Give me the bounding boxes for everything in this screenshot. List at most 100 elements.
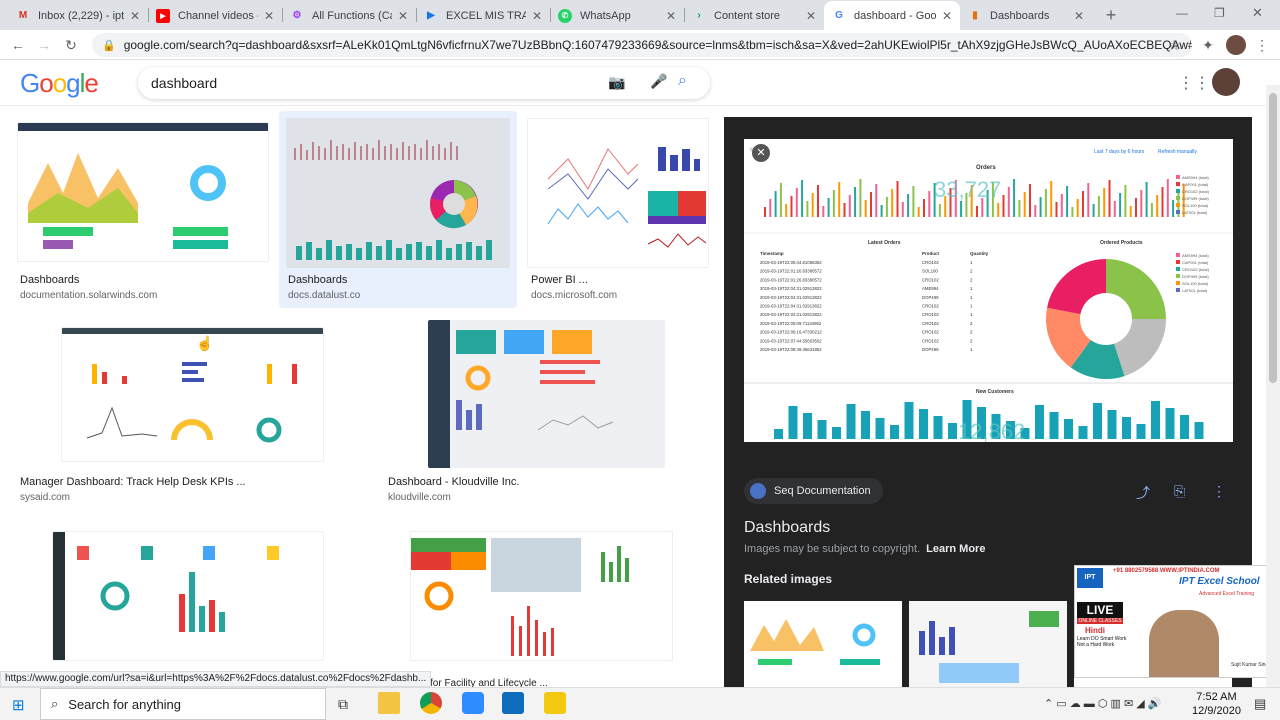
windows-taskbar: ⊞ ⌕ Search for anything ⧉ ⌃ ▭ ☁ ▬ ⬡ ▥ ✉ …	[0, 687, 1280, 720]
overlay-phone: +91 8802579588	[1113, 568, 1159, 574]
bookmark-star-icon[interactable]: ☆	[1164, 35, 1184, 55]
gmail-icon: M	[18, 10, 28, 21]
source-chip[interactable]: Seq Documentation	[744, 478, 883, 504]
search-input[interactable]: dashboard	[151, 75, 217, 91]
legend-label: CAP001 (total)	[1182, 260, 1209, 265]
orders-bar	[885, 197, 888, 217]
table-cell: 1	[970, 304, 973, 309]
tab-youtube[interactable]: ▶ Channel videos - Y ✕	[148, 1, 282, 30]
result-image-5[interactable]	[428, 320, 665, 468]
menu-icon[interactable]: ⋮	[1252, 35, 1272, 55]
result-image-6[interactable]	[52, 531, 324, 661]
tab-dashboards[interactable]: ▮ Dashboards ✕	[960, 1, 1092, 30]
extensions-icon[interactable]: ✦	[1198, 35, 1218, 55]
svg-text:Last 7 days by 6 hours: Last 7 days by 6 hours	[1094, 149, 1145, 155]
chrome-icon[interactable]	[420, 692, 442, 714]
orders-bar	[854, 187, 857, 217]
tab-content-store[interactable]: › Content store ✕	[684, 1, 824, 30]
profile-avatar[interactable]	[1226, 35, 1246, 55]
back-icon[interactable]: ←	[8, 35, 28, 55]
table-cell: AME994	[922, 286, 939, 291]
outlook-icon[interactable]	[502, 692, 524, 714]
google-logo[interactable]: Google	[20, 68, 99, 99]
tab-label: Dashboards	[990, 9, 1050, 22]
search-icon[interactable]: ⌕	[678, 72, 687, 90]
orders-bar	[1071, 207, 1074, 217]
windows-start-icon[interactable]: ⊞	[12, 696, 25, 714]
restore-button[interactable]: ❐	[1214, 6, 1225, 20]
orders-bar	[1076, 199, 1079, 217]
preview-image[interactable]: ⊞ ▦ ▾ Orders Last 7 days by 6 hours Refr…	[744, 139, 1233, 444]
tab-excel-mis[interactable]: ▶ EXCEL MIS TRAINI ✕	[416, 1, 550, 30]
thumbnail-powerbi	[547, 147, 707, 248]
customer-bar	[1035, 405, 1044, 439]
close-icon[interactable]: ✕	[130, 9, 140, 23]
tab-whatsapp[interactable]: ✆ WhatsApp ✕	[550, 1, 684, 30]
orders-bar	[1023, 192, 1026, 217]
share-icon[interactable]: ⤴	[1136, 483, 1150, 503]
legend-swatch	[1176, 267, 1180, 271]
tab-google-dashboard[interactable]: G dashboard - Goog ✕	[824, 1, 960, 30]
result-image-3[interactable]	[527, 118, 709, 268]
related-image-2[interactable]	[909, 601, 1067, 687]
tab-gmail[interactable]: M Inbox (2,229) - ipte ✕	[8, 1, 148, 30]
related-image-1[interactable]	[744, 601, 902, 687]
result-image-1[interactable]	[17, 122, 269, 262]
result-image-4[interactable]	[61, 327, 324, 462]
clock[interactable]: 7:52 AM 12/9/2020	[1192, 690, 1241, 718]
learn-more-link[interactable]: Learn More	[926, 543, 985, 555]
task-view-icon[interactable]: ⧉	[338, 696, 348, 713]
taskbar-search-box[interactable]: ⌕ Search for anything	[40, 688, 326, 720]
minimize-button[interactable]: —	[1176, 6, 1188, 20]
file-explorer-icon[interactable]	[378, 692, 400, 714]
bookmark-icon[interactable]: ⎘	[1174, 483, 1185, 500]
close-icon[interactable]: ✕	[942, 9, 952, 23]
preview-title[interactable]: Dashboards	[744, 519, 830, 537]
result-image-7[interactable]	[410, 531, 673, 661]
orders-bar	[1082, 191, 1084, 217]
close-icon[interactable]: ✕	[666, 9, 676, 23]
forward-icon[interactable]: →	[34, 35, 54, 55]
page-scrollbar[interactable]	[1266, 85, 1280, 687]
window-close-button[interactable]: ✕	[1252, 5, 1263, 21]
overlay-hindi: Hindi	[1085, 626, 1105, 635]
table-cell: 1	[970, 312, 973, 317]
camera-icon[interactable]: 📷	[608, 74, 625, 91]
close-preview-button[interactable]: ✕	[752, 144, 770, 162]
result-title[interactable]: Manager Dashboard: Track Help Desk KPIs …	[20, 476, 246, 488]
more-options-icon[interactable]: ⋮	[1212, 483, 1226, 500]
notifications-icon[interactable]: ▤	[1254, 696, 1266, 712]
system-tray[interactable]: ⌃ ▭ ☁ ▬ ⬡ ▥ ✉ ◢ 🔊	[1044, 697, 1161, 710]
close-icon[interactable]: ✕	[532, 9, 542, 23]
result-title[interactable]: Dashboards	[288, 274, 347, 286]
reload-icon[interactable]: ↻	[61, 35, 81, 55]
tab-label: dashboard - Goog	[854, 9, 936, 22]
gear-icon: ⚙	[292, 10, 302, 21]
table-cell: CRO102	[922, 338, 939, 343]
tab-functions[interactable]: ⚙ All Functions (Cate ✕	[282, 1, 416, 30]
result-title[interactable]: Power BI ...	[531, 274, 588, 286]
powerbi-icon[interactable]	[544, 692, 566, 714]
table-header: Product	[922, 251, 940, 256]
zoom-icon[interactable]	[462, 692, 484, 714]
orders-bar	[1044, 189, 1047, 217]
close-icon[interactable]: ✕	[398, 9, 408, 23]
close-icon[interactable]: ✕	[806, 9, 816, 23]
mouse-cursor-icon: ☝	[196, 335, 214, 351]
new-tab-button[interactable]: +	[1100, 5, 1122, 25]
result-title[interactable]: Dashboards	[20, 274, 79, 286]
address-bar[interactable]: 🔒 google.com/search?q=dashboard&sxsrf=AL…	[92, 33, 1192, 57]
search-box[interactable]: dashboard 📷 🎤 ⌕	[138, 67, 710, 99]
table-cell: 2019-03-19T22:05:09.71134952	[760, 321, 822, 326]
orders-bar	[870, 192, 872, 217]
mic-icon[interactable]: 🎤	[650, 73, 667, 90]
tab-strip: M Inbox (2,229) - ipte ✕ ▶ Channel video…	[0, 0, 1280, 30]
result-title[interactable]: Dashboard - Kloudville Inc.	[388, 476, 519, 488]
customer-bar	[1064, 419, 1073, 439]
close-icon[interactable]: ✕	[1074, 9, 1084, 23]
account-avatar[interactable]	[1212, 68, 1240, 96]
result-image-2[interactable]	[286, 118, 510, 268]
orders-bar	[1018, 200, 1021, 217]
scrollbar-thumb[interactable]	[1269, 93, 1277, 383]
close-icon[interactable]: ✕	[264, 9, 274, 23]
